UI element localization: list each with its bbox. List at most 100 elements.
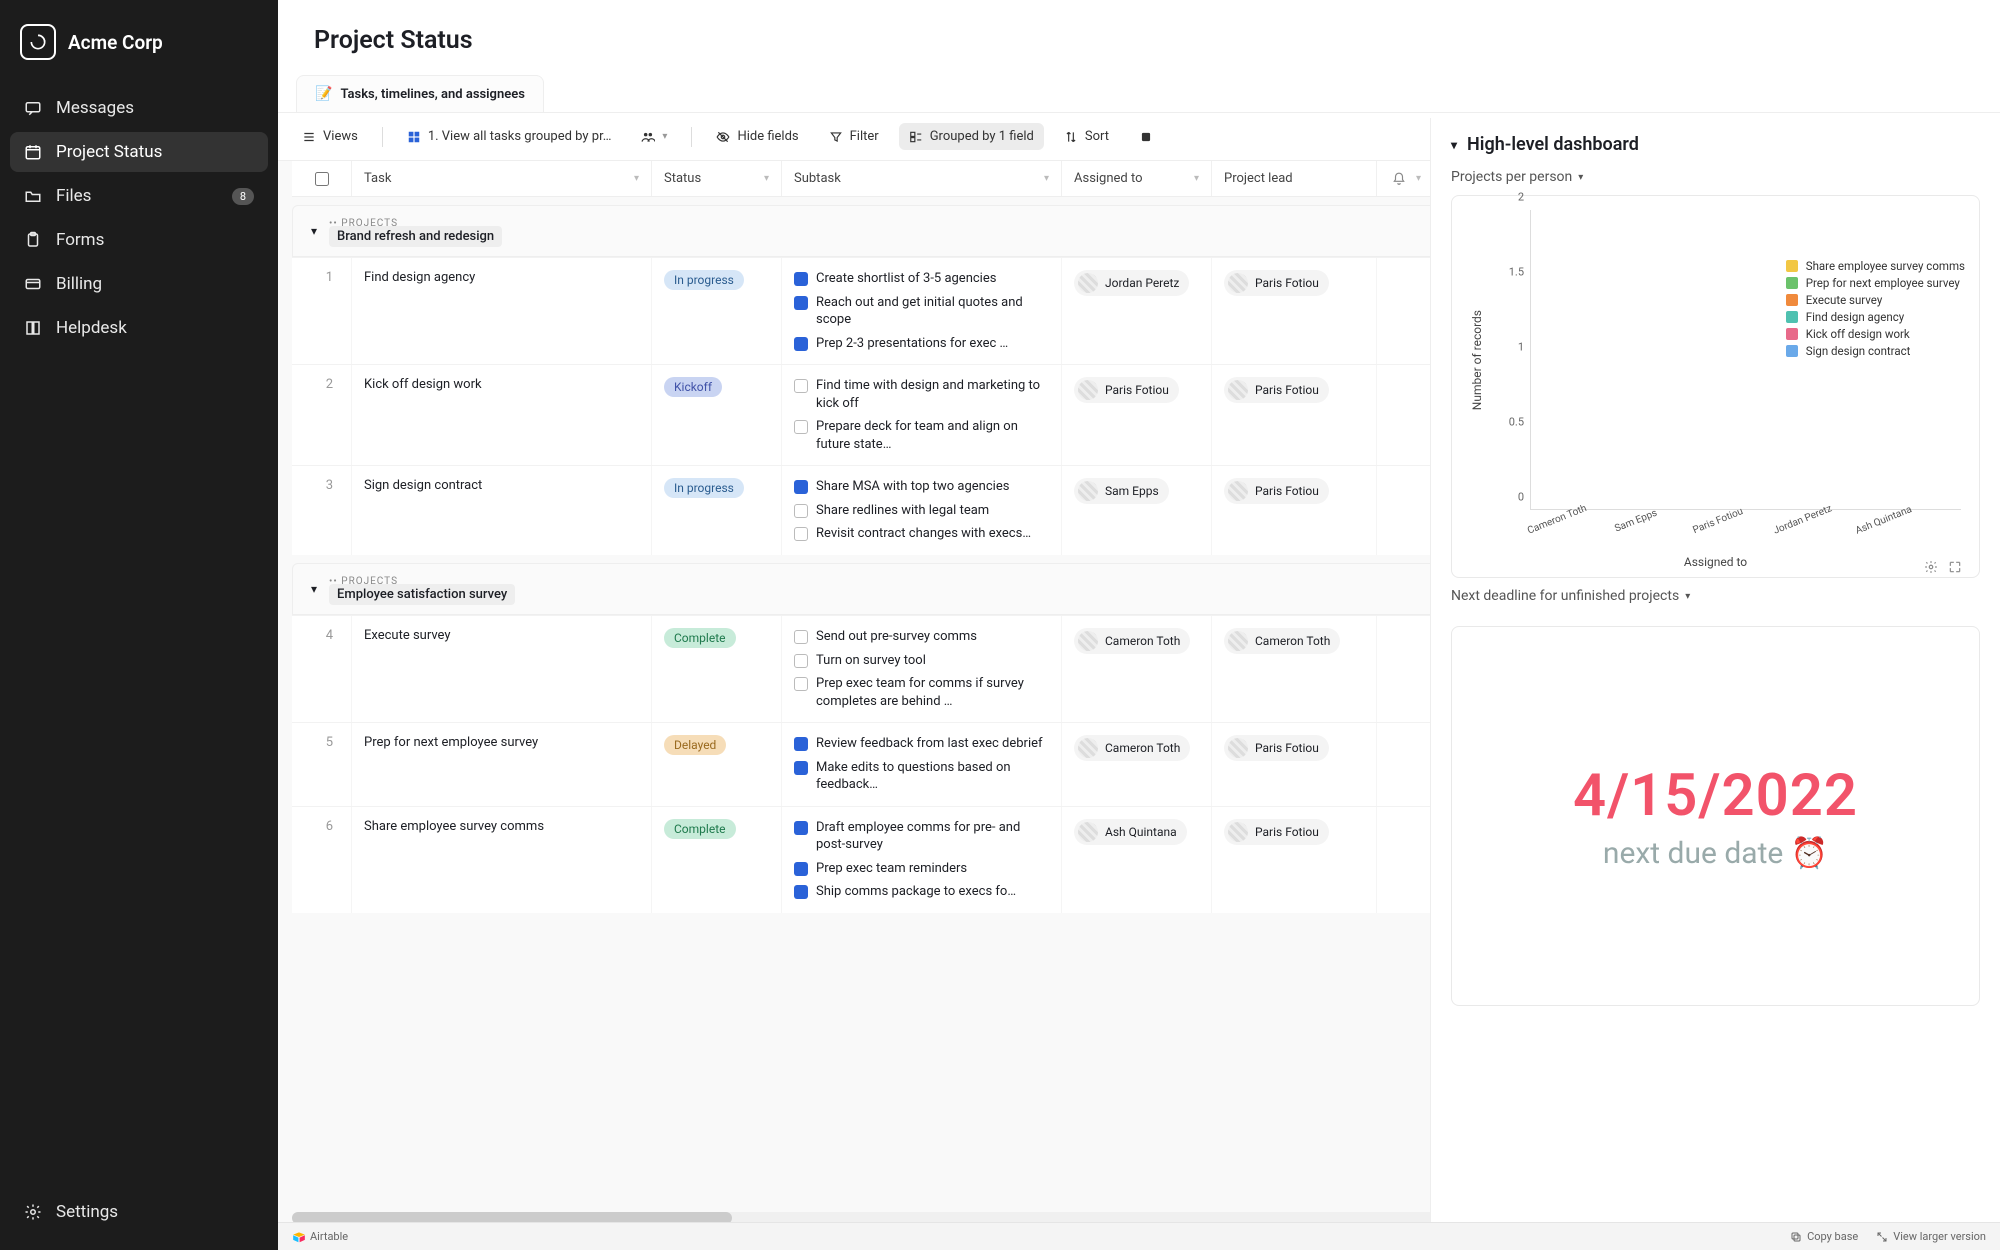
hide-fields-button[interactable]: Hide fields <box>706 123 808 150</box>
column-header-status[interactable]: Status▾ <box>652 161 782 196</box>
project-lead-cell[interactable]: Paris Fotiou <box>1212 723 1377 806</box>
task-cell[interactable]: Sign design contract <box>352 466 652 555</box>
assigned-to-cell[interactable]: Cameron Toth <box>1062 723 1212 806</box>
status-cell[interactable]: Complete <box>652 807 782 913</box>
checkbox-icon[interactable] <box>794 821 808 835</box>
status-cell[interactable]: In progress <box>652 466 782 555</box>
subtask-item[interactable]: Draft employee comms for pre- and post-s… <box>794 819 1049 854</box>
task-cell[interactable]: Prep for next employee survey <box>352 723 652 806</box>
checkbox-icon[interactable] <box>794 677 808 691</box>
subtask-item[interactable]: Prep exec team for comms if survey compl… <box>794 675 1049 710</box>
book-icon <box>24 319 42 337</box>
select-all-checkbox[interactable] <box>292 161 352 196</box>
checkbox-icon[interactable] <box>794 737 808 751</box>
column-header-project-lead[interactable]: Project lead <box>1212 161 1377 196</box>
status-cell[interactable]: Delayed <box>652 723 782 806</box>
sidebar-item-label: Helpdesk <box>56 318 127 338</box>
subtask-item[interactable]: Share MSA with top two agencies <box>794 478 1049 496</box>
subtask-item[interactable]: Prep exec team reminders <box>794 860 1049 878</box>
checkbox-icon[interactable] <box>794 379 808 393</box>
column-header-task[interactable]: Task▾ <box>352 161 652 196</box>
views-button[interactable]: Views <box>292 123 368 150</box>
assigned-to-cell[interactable]: Paris Fotiou <box>1062 365 1212 465</box>
projects-per-person-dropdown[interactable]: Projects per person ▾ <box>1451 169 1980 185</box>
task-cell[interactable]: Kick off design work <box>352 365 652 465</box>
sort-button[interactable]: Sort <box>1054 123 1119 150</box>
subtask-item[interactable]: Find time with design and marketing to k… <box>794 377 1049 412</box>
status-pill: Complete <box>664 819 736 839</box>
assigned-to-cell[interactable]: Ash Quintana <box>1062 807 1212 913</box>
status-cell[interactable]: Kickoff <box>652 365 782 465</box>
column-header-subtask[interactable]: Subtask▾ <box>782 161 1062 196</box>
project-lead-cell[interactable]: Paris Fotiou <box>1212 258 1377 364</box>
assigned-to-cell[interactable]: Cameron Toth <box>1062 616 1212 722</box>
subtask-item[interactable]: Create shortlist of 3-5 agencies <box>794 270 1049 288</box>
avatar-icon <box>1078 481 1098 501</box>
checkbox-icon[interactable] <box>794 761 808 775</box>
people-button[interactable]: ▾ <box>631 124 677 150</box>
deadline-subtitle: next due date ⏰ <box>1603 836 1828 871</box>
avatar-icon <box>1078 822 1098 842</box>
person-chip: Paris Fotiou <box>1224 377 1329 403</box>
bell-cell <box>1377 723 1437 806</box>
subtask-item[interactable]: Prep 2-3 presentations for exec … <box>794 335 1049 353</box>
subtask-cell: Create shortlist of 3-5 agencies Reach ou… <box>782 258 1062 364</box>
column-header-assigned-to[interactable]: Assigned to▾ <box>1062 161 1212 196</box>
sidebar-item-project-status[interactable]: Project Status <box>10 132 268 172</box>
subtask-item[interactable]: Make edits to questions based on feedbac… <box>794 759 1049 794</box>
task-cell[interactable]: Share employee survey comms <box>352 807 652 913</box>
chart-x-tick: Cameron Toth <box>1526 506 1582 537</box>
gear-icon[interactable] <box>1924 560 1938 578</box>
sidebar-item-helpdesk[interactable]: Helpdesk <box>10 308 268 348</box>
legend-swatch <box>1786 277 1798 289</box>
color-button[interactable] <box>1129 124 1163 150</box>
checkbox-icon[interactable] <box>794 504 808 518</box>
sidebar-item-messages[interactable]: Messages <box>10 88 268 128</box>
checkbox-icon[interactable] <box>794 272 808 286</box>
subtask-item[interactable]: Send out pre-survey comms <box>794 628 1049 646</box>
subtask-item[interactable]: Prepare deck for team and align on futur… <box>794 418 1049 453</box>
subtask-item[interactable]: Ship comms package to execs fo… <box>794 883 1049 901</box>
checkbox-icon[interactable] <box>794 630 808 644</box>
current-view-button[interactable]: 1. View all tasks grouped by pr… <box>397 123 622 150</box>
copy-base-button[interactable]: Copy base <box>1790 1230 1858 1243</box>
checkbox-icon[interactable] <box>794 337 808 351</box>
task-cell[interactable]: Find design agency <box>352 258 652 364</box>
task-cell[interactable]: Execute survey <box>352 616 652 722</box>
view-larger-button[interactable]: View larger version <box>1876 1230 1986 1243</box>
checkbox-icon[interactable] <box>794 654 808 668</box>
checkbox-icon[interactable] <box>794 862 808 876</box>
project-lead-cell[interactable]: Cameron Toth <box>1212 616 1377 722</box>
checkbox-icon[interactable] <box>794 420 808 434</box>
status-cell[interactable]: In progress <box>652 258 782 364</box>
sidebar-item-settings[interactable]: Settings <box>10 1192 268 1232</box>
assigned-to-cell[interactable]: Jordan Peretz <box>1062 258 1212 364</box>
separator <box>382 127 383 147</box>
subtask-item[interactable]: Reach out and get initial quotes and sco… <box>794 294 1049 329</box>
checkbox-icon[interactable] <box>794 480 808 494</box>
checkbox-icon[interactable] <box>794 296 808 310</box>
subtask-item[interactable]: Turn on survey tool <box>794 652 1049 670</box>
next-deadline-dropdown[interactable]: Next deadline for unfinished projects ▾ <box>1451 588 1980 604</box>
tab-tasks[interactable]: 📝 Tasks, timelines, and assignees <box>296 75 544 112</box>
sidebar-item-billing[interactable]: Billing <box>10 264 268 304</box>
sidebar-item-forms[interactable]: Forms <box>10 220 268 260</box>
subtask-item[interactable]: Revisit contract changes with execs… <box>794 525 1049 543</box>
files-badge: 8 <box>232 188 254 205</box>
project-lead-cell[interactable]: Paris Fotiou <box>1212 466 1377 555</box>
sidebar-item-files[interactable]: Files 8 <box>10 176 268 216</box>
column-header-bell[interactable]: ▾ <box>1377 161 1437 196</box>
assigned-to-cell[interactable]: Sam Epps <box>1062 466 1212 555</box>
expand-icon[interactable] <box>1948 560 1962 578</box>
project-lead-cell[interactable]: Paris Fotiou <box>1212 807 1377 913</box>
subtask-item[interactable]: Share redlines with legal team <box>794 502 1049 520</box>
grouped-button[interactable]: Grouped by 1 field <box>899 123 1044 150</box>
filter-button[interactable]: Filter <box>819 123 889 150</box>
subtask-item[interactable]: Review feedback from last exec debrief <box>794 735 1049 753</box>
project-lead-cell[interactable]: Paris Fotiou <box>1212 365 1377 465</box>
checkbox-icon[interactable] <box>794 885 808 899</box>
checkbox-icon[interactable] <box>794 527 808 541</box>
dashboard-title[interactable]: ▾ High-level dashboard <box>1451 134 1980 155</box>
status-pill: Delayed <box>664 735 726 755</box>
status-cell[interactable]: Complete <box>652 616 782 722</box>
